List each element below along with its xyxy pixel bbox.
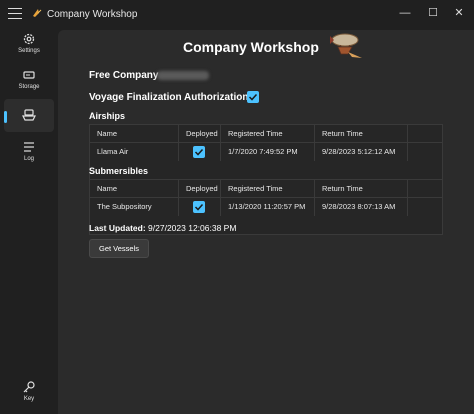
sidebar-item-log[interactable]: Log — [4, 140, 54, 174]
vessel-name-cell: Llama Air — [90, 143, 179, 161]
registered-time-cell: 1/7/2020 7:49:52 PM — [221, 143, 315, 161]
registered-time-cell: 1/13/2020 11:20:57 PM — [221, 198, 315, 216]
voyage-authorization-checkbox[interactable] — [247, 91, 259, 103]
sidebar-item-storage[interactable]: Storage — [4, 68, 54, 102]
sidebar-item-label: Settings — [18, 48, 40, 54]
app-logo-icon — [33, 9, 42, 17]
hamburger-menu-icon[interactable] — [8, 8, 22, 22]
sidebar-item-label: Storage — [18, 84, 40, 90]
return-time-cell: 9/28/2023 5:12:12 AM — [315, 143, 408, 161]
airship-logo-icon — [330, 33, 362, 58]
column-header-return-time[interactable]: Return Time — [315, 125, 408, 143]
page-title: Company Workshop — [183, 39, 319, 55]
deployed-cell — [179, 198, 221, 216]
key-icon — [23, 381, 35, 393]
voyage-authorization-label: Voyage Finalization Authorization — [89, 92, 249, 103]
return-time-cell: 9/28/2023 8:07:13 AM — [315, 198, 408, 216]
checkmark-icon — [194, 148, 204, 156]
get-vessels-button[interactable]: Get Vessels — [89, 239, 149, 258]
sidebar-item-vessels[interactable] — [4, 99, 54, 132]
column-header-deployed[interactable]: Deployed — [179, 180, 221, 198]
checkmark-icon — [194, 203, 204, 211]
sidebar-item-settings[interactable]: Settings — [4, 32, 54, 66]
table-row[interactable]: The Subpository 1/13/2020 11:20:57 PM 9/… — [90, 198, 442, 216]
ship-icon — [22, 109, 36, 121]
maximize-button[interactable]: ☐ — [426, 6, 440, 20]
free-company-label: Free Company — [89, 70, 159, 81]
storage-icon — [23, 71, 35, 79]
active-indicator — [4, 111, 7, 123]
submersibles-heading: Submersibles — [89, 166, 149, 176]
vessel-name-cell: The Subpository — [90, 198, 179, 216]
column-header-deployed[interactable]: Deployed — [179, 125, 221, 143]
deployed-checkbox[interactable] — [193, 146, 205, 158]
table-header: Name Deployed Registered Time Return Tim… — [90, 125, 442, 143]
last-updated-value: 9/27/2023 12:06:38 PM — [148, 223, 237, 233]
column-header-return-time[interactable]: Return Time — [315, 180, 408, 198]
column-header-registered-time[interactable]: Registered Time — [221, 125, 315, 143]
window-title: Company Workshop — [47, 9, 138, 20]
sidebar-item-label: Log — [23, 156, 34, 162]
checkmark-icon — [248, 93, 258, 101]
table-row[interactable]: Llama Air 1/7/2020 7:49:52 PM 9/28/2023 … — [90, 143, 442, 161]
last-updated-label: Last Updated: — [89, 223, 146, 233]
column-header-name[interactable]: Name — [90, 180, 179, 198]
column-header-registered-time[interactable]: Registered Time — [221, 180, 315, 198]
table-header: Name Deployed Registered Time Return Tim… — [90, 180, 442, 198]
sidebar-item-key[interactable]: Key — [4, 380, 54, 414]
deployed-checkbox[interactable] — [193, 201, 205, 213]
deployed-cell — [179, 143, 221, 161]
main-panel: Company Workshop Free Company Voyage Fin… — [58, 30, 474, 414]
list-icon — [24, 142, 34, 152]
last-updated: Last Updated: 9/27/2023 12:06:38 PM — [89, 223, 236, 233]
airships-heading: Airships — [89, 111, 126, 121]
title-bar: Company Workshop — ☐ ✕ — [0, 0, 474, 30]
sidebar: Settings Storage Log Key — [0, 30, 58, 414]
column-header-name[interactable]: Name — [90, 125, 179, 143]
minimize-button[interactable]: — — [398, 6, 412, 20]
close-button[interactable]: ✕ — [452, 6, 466, 20]
gear-icon — [23, 33, 35, 45]
free-company-name-redacted — [157, 71, 209, 80]
sidebar-item-label: Key — [23, 396, 35, 402]
